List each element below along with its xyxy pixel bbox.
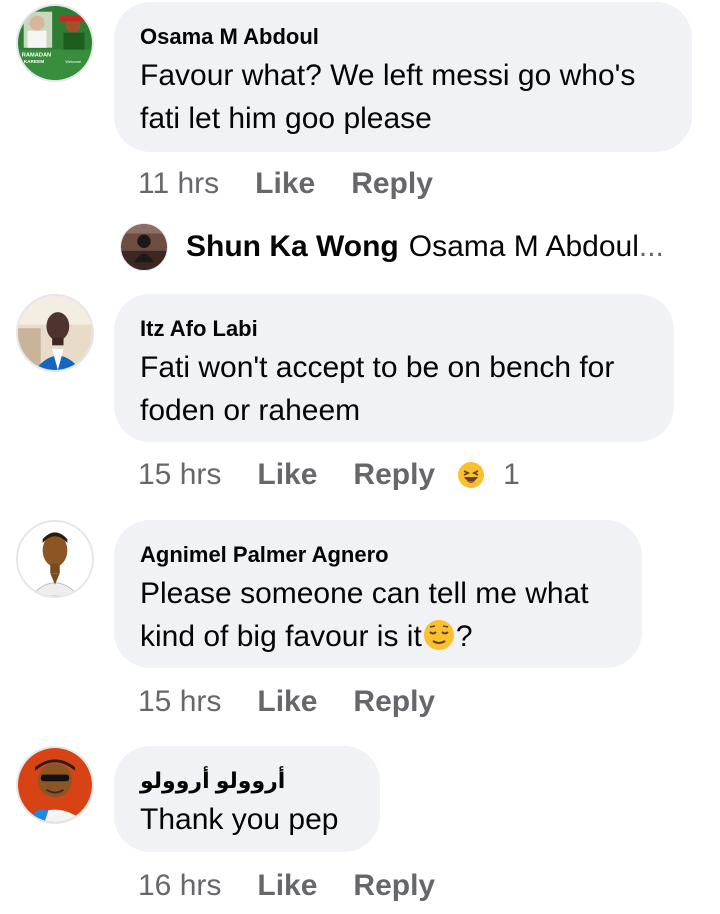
comment-text-suffix: ?: [455, 620, 473, 653]
haha-emoji-icon: [458, 462, 485, 488]
comment-text: Thank you pep: [140, 803, 339, 836]
comment-time[interactable]: 16 hrs: [138, 868, 221, 904]
avatar-arwolo-image: [18, 748, 92, 822]
reaction-count: 1: [503, 458, 520, 491]
comment-time[interactable]: 15 hrs: [138, 684, 221, 720]
avatar-arwolo[interactable]: [16, 746, 94, 824]
comment-author[interactable]: أروولو أروولو: [140, 768, 354, 794]
reply-ellipsis: ...: [638, 230, 664, 263]
like-button[interactable]: Like: [255, 166, 315, 202]
comment-author[interactable]: Osama M Abdoul: [140, 24, 666, 50]
avatar-itz[interactable]: [16, 294, 94, 372]
comment-time[interactable]: 15 hrs: [138, 457, 221, 493]
comment-time[interactable]: 11 hrs: [138, 166, 219, 202]
avatar-agnimel-image: [18, 522, 92, 596]
avatar-shun[interactable]: [120, 223, 168, 271]
comment-bubble: Itz Afo Labi Fati won't accept to be on …: [114, 294, 674, 442]
comment-bubble: أروولو أروولو Thank you pep: [114, 746, 380, 852]
avatar-shun-image: [121, 224, 167, 270]
reply-button[interactable]: Reply: [353, 868, 435, 904]
svg-text:RAMADAN: RAMADAN: [22, 52, 51, 58]
comment-bubble: Agnimel Palmer Agnero Please someone can…: [114, 520, 642, 668]
comment-author[interactable]: Itz Afo Labi: [140, 316, 648, 342]
comment-author[interactable]: Agnimel Palmer Agnero: [140, 542, 616, 568]
comment-text: Fati won't accept to be on bench for fod…: [140, 351, 615, 427]
reply-button[interactable]: Reply: [351, 166, 433, 202]
reply-button[interactable]: Reply: [353, 684, 435, 720]
avatar-itz-image: [18, 296, 92, 370]
avatar-agnimel[interactable]: [16, 520, 94, 598]
svg-text:KAREEM: KAREEM: [24, 59, 45, 65]
view-reply-row[interactable]: Shun Ka Wong Osama M Abdoul...: [120, 222, 664, 272]
like-button[interactable]: Like: [257, 868, 317, 904]
relieved-face-emoji-icon: [423, 620, 454, 650]
avatar-osama-image: RAMADAN KAREEM Welcome: [18, 6, 92, 80]
comment-text: Please someone can tell me what kind of …: [140, 572, 616, 658]
comment-actions: 15 hrs Like Reply: [138, 684, 435, 720]
svg-text:Welcome: Welcome: [65, 60, 81, 64]
comment-bubble: Osama M Abdoul Favour what? We left mess…: [114, 2, 692, 152]
comment-actions: 16 hrs Like Reply: [138, 868, 435, 904]
reply-snippet: Osama M Abdoul: [408, 230, 639, 263]
reply-button[interactable]: Reply: [353, 457, 435, 493]
comment-actions: 15 hrs Like Reply 1: [138, 457, 520, 493]
reaction-summary[interactable]: 1: [457, 457, 520, 493]
comment-text: Favour what? We left messi go who's fati…: [140, 59, 636, 135]
like-button[interactable]: Like: [257, 684, 317, 720]
like-button[interactable]: Like: [257, 457, 317, 493]
comment-text-main: Please someone can tell me what kind of …: [140, 577, 589, 653]
comment-actions: 11 hrs Like Reply: [138, 166, 433, 202]
avatar-osama[interactable]: RAMADAN KAREEM Welcome: [16, 4, 94, 82]
reply-author[interactable]: Shun Ka Wong: [186, 230, 399, 264]
